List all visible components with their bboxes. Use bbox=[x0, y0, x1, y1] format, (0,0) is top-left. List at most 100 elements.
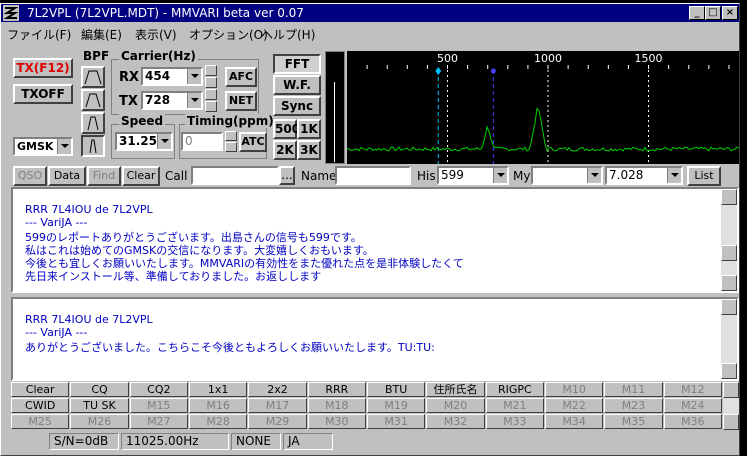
macro-button[interactable]: M26 bbox=[70, 414, 129, 429]
macro-button[interactable]: M33 bbox=[485, 414, 544, 429]
mode-select[interactable]: GMSK bbox=[13, 137, 73, 156]
range-1k-button[interactable]: 1K bbox=[297, 119, 321, 139]
tx-frequency-select[interactable]: 728 bbox=[141, 91, 203, 110]
title-bar[interactable]: 7L2VPL (7L2VPL.MDT) - MMVARI beta ver 0.… bbox=[1, 4, 739, 22]
macro-button[interactable]: M29 bbox=[248, 414, 307, 429]
tx-button[interactable]: TX(F12) bbox=[13, 58, 73, 78]
chevron-down-icon[interactable] bbox=[667, 168, 681, 183]
scroll-up-icon[interactable] bbox=[721, 299, 737, 315]
menu-options[interactable]: オプション(O) bbox=[189, 26, 268, 43]
tx-spin-up[interactable] bbox=[205, 89, 217, 100]
macro-button[interactable]: 2x2 bbox=[248, 382, 307, 397]
app-icon[interactable] bbox=[3, 5, 19, 21]
menu-edit[interactable]: 編集(E) bbox=[81, 26, 122, 43]
macro-button[interactable]: M21 bbox=[485, 398, 544, 413]
net-button[interactable]: NET bbox=[225, 91, 257, 111]
bpf-sharp-button[interactable] bbox=[81, 135, 105, 157]
rx-spin-down[interactable] bbox=[205, 77, 217, 88]
close-button[interactable]: × bbox=[722, 6, 738, 20]
clear-log-button[interactable]: Clear bbox=[122, 166, 160, 186]
my-rst-select[interactable] bbox=[531, 166, 603, 185]
frequency-select[interactable]: 7.028 bbox=[605, 166, 683, 185]
macro-button[interactable]: M23 bbox=[604, 398, 663, 413]
receive-text-pane[interactable]: RRR 7L4IOU de 7L2VPL --- VariJA --- 599の… bbox=[11, 187, 739, 293]
macro-button[interactable]: M34 bbox=[545, 414, 604, 429]
menu-help[interactable]: ヘルプ(H) bbox=[261, 26, 315, 43]
call-input[interactable] bbox=[191, 166, 279, 185]
macro-button[interactable]: CQ bbox=[70, 382, 129, 397]
minimize-button[interactable]: _ bbox=[689, 6, 705, 20]
macro-button[interactable]: M17 bbox=[248, 398, 307, 413]
chevron-down-icon[interactable] bbox=[187, 93, 201, 108]
timing-spin-down[interactable] bbox=[225, 142, 237, 152]
chevron-down-icon[interactable] bbox=[587, 168, 601, 183]
macro-button[interactable]: M28 bbox=[189, 414, 248, 429]
bpf-wide-button[interactable] bbox=[81, 66, 105, 88]
scroll-down-icon[interactable] bbox=[721, 363, 737, 379]
macro-button[interactable]: M24 bbox=[663, 398, 722, 413]
macro-button[interactable]: CWID bbox=[11, 398, 70, 413]
afc-button[interactable]: AFC bbox=[225, 67, 257, 87]
macro-button[interactable]: M19 bbox=[367, 398, 426, 413]
macro-button[interactable]: M35 bbox=[604, 414, 663, 429]
macro-button[interactable]: M15 bbox=[129, 398, 188, 413]
macro-button[interactable]: M36 bbox=[663, 414, 722, 429]
range-2k-button[interactable]: 2K bbox=[273, 140, 297, 160]
call-browse-button[interactable]: ... bbox=[279, 166, 295, 185]
tx-scrollbar[interactable] bbox=[721, 299, 737, 379]
data-button[interactable]: Data bbox=[48, 166, 86, 186]
macro-button[interactable]: M18 bbox=[307, 398, 366, 413]
macro-button[interactable]: Clear bbox=[11, 382, 70, 397]
macro-button[interactable]: M27 bbox=[129, 414, 188, 429]
scroll-up-icon[interactable] bbox=[721, 189, 737, 205]
maximize-button[interactable]: □ bbox=[705, 6, 721, 20]
macro-button[interactable]: M22 bbox=[545, 398, 604, 413]
chevron-down-icon[interactable] bbox=[187, 69, 201, 84]
list-button[interactable]: List bbox=[687, 166, 721, 186]
macro-button[interactable]: M10 bbox=[545, 382, 604, 397]
menu-view[interactable]: 表示(V) bbox=[135, 26, 177, 43]
rx-scrollbar[interactable] bbox=[721, 189, 737, 291]
macro-button[interactable]: RRR bbox=[307, 382, 366, 397]
rx-spin-up[interactable] bbox=[205, 65, 217, 76]
his-rst-select[interactable]: 599 bbox=[437, 166, 509, 185]
macro-button[interactable]: M25 bbox=[11, 414, 70, 429]
level-meter[interactable] bbox=[325, 51, 345, 164]
range-3k-button[interactable]: 3K bbox=[297, 140, 321, 160]
waterfall-button[interactable]: W.F. bbox=[273, 75, 321, 95]
macro-button[interactable]: M16 bbox=[189, 398, 248, 413]
bpf-narrow-button[interactable] bbox=[81, 112, 105, 134]
spectrum-svg[interactable]: 500 1000 1500 bbox=[346, 51, 740, 164]
transmit-text-pane[interactable]: RRR 7L4IOU de 7L2VPL --- VariJA --- ありがと… bbox=[11, 297, 739, 381]
macro-button[interactable]: M32 bbox=[426, 414, 485, 429]
find-button[interactable]: Find bbox=[87, 166, 121, 186]
macro-button[interactable]: TU SK bbox=[70, 398, 129, 413]
macro-button[interactable]: CQ2 bbox=[129, 382, 188, 397]
range-500-button[interactable]: 500 bbox=[273, 119, 300, 139]
chevron-down-icon[interactable] bbox=[57, 139, 71, 154]
macro-button[interactable]: M12 bbox=[663, 382, 722, 397]
macro-scrollbar[interactable] bbox=[723, 382, 739, 430]
chevron-down-icon[interactable] bbox=[493, 168, 507, 183]
macro-button[interactable]: M11 bbox=[604, 382, 663, 397]
name-input[interactable] bbox=[335, 166, 411, 185]
macro-button[interactable]: 住所氏名 bbox=[426, 382, 485, 397]
txoff-button[interactable]: TXOFF bbox=[13, 84, 73, 104]
macro-button[interactable]: BTU bbox=[367, 382, 426, 397]
scroll-down-icon[interactable] bbox=[723, 414, 739, 430]
speed-select[interactable]: 31.25 bbox=[115, 132, 173, 151]
macro-button[interactable]: M30 bbox=[307, 414, 366, 429]
scroll-down-icon[interactable] bbox=[721, 275, 737, 291]
macro-button[interactable]: M20 bbox=[426, 398, 485, 413]
chevron-down-icon[interactable] bbox=[157, 134, 171, 149]
bpf-medium-button[interactable] bbox=[81, 89, 105, 111]
tx-spin-down[interactable] bbox=[205, 101, 217, 112]
timing-input[interactable]: 0 bbox=[181, 132, 223, 151]
qso-button[interactable]: QSO bbox=[13, 166, 47, 186]
macro-button[interactable]: RIGPC bbox=[485, 382, 544, 397]
macro-button[interactable]: M31 bbox=[367, 414, 426, 429]
scroll-thumb[interactable] bbox=[721, 245, 737, 261]
rx-frequency-select[interactable]: 454 bbox=[141, 67, 203, 86]
fft-button[interactable]: FFT bbox=[273, 54, 321, 74]
spectrum-display[interactable]: 500 1000 1500 bbox=[346, 51, 740, 164]
